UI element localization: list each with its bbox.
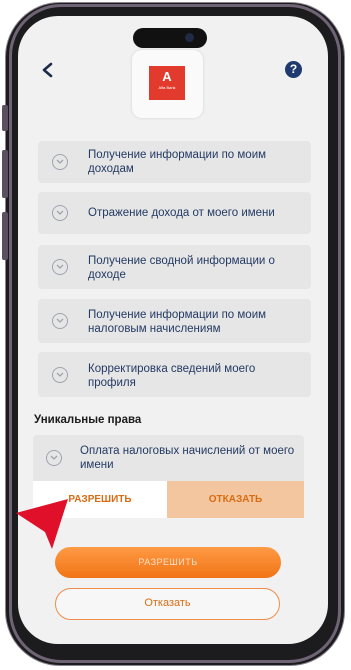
permission-label: Получение информации по моим доходам xyxy=(88,149,267,175)
unique-right-label: Оплата налоговых начислений от моего име… xyxy=(80,445,295,471)
app-logo: A Alfa Bank xyxy=(149,66,185,100)
chevron-down-icon xyxy=(46,450,62,466)
deny-button[interactable]: Отказать xyxy=(55,588,280,620)
permission-item[interactable]: Получение информации по моим налоговым н… xyxy=(38,299,311,343)
permission-label: Корректировка сведений моего профиля xyxy=(88,363,256,389)
app-logo-card: A Alfa Bank xyxy=(132,50,203,118)
permission-label: Получение сводной информации о доходе xyxy=(88,255,275,281)
chevron-down-icon xyxy=(52,313,68,329)
dynamic-island xyxy=(133,28,207,48)
permission-item[interactable]: Корректировка сведений моего профиля xyxy=(38,352,311,397)
permission-item[interactable]: Отражение дохода от моего имени xyxy=(38,192,311,234)
permission-item[interactable]: Получение информации по моим доходам xyxy=(38,141,311,183)
unique-right-item[interactable]: Оплата налоговых начислений от моего име… xyxy=(33,435,304,481)
side-button xyxy=(2,150,8,198)
allow-button[interactable]: РАЗРЕШИТЬ xyxy=(55,547,281,578)
logo-text: Alfa Bank xyxy=(158,85,176,90)
help-icon: ? xyxy=(289,62,298,76)
unique-right-deny-button[interactable]: ОТКАЗАТЬ xyxy=(167,481,304,518)
help-button[interactable]: ? xyxy=(285,61,302,78)
side-button xyxy=(2,105,8,131)
chevron-down-icon xyxy=(52,367,68,383)
permission-label: Получение информации по моим налоговым н… xyxy=(88,309,267,335)
pointer-arrow-icon xyxy=(16,499,68,549)
section-title: Уникальные права xyxy=(34,414,142,426)
chevron-left-icon xyxy=(42,62,53,78)
camera-icon xyxy=(185,33,194,42)
back-button[interactable] xyxy=(38,60,58,80)
chevron-down-icon xyxy=(52,259,68,275)
logo-letter: A xyxy=(162,69,172,84)
permission-label: Отражение дохода от моего имени xyxy=(88,207,275,219)
side-button xyxy=(2,212,8,260)
chevron-down-icon xyxy=(52,154,68,170)
permission-item[interactable]: Получение сводной информации о доходе xyxy=(38,245,311,289)
chevron-down-icon xyxy=(52,205,68,221)
